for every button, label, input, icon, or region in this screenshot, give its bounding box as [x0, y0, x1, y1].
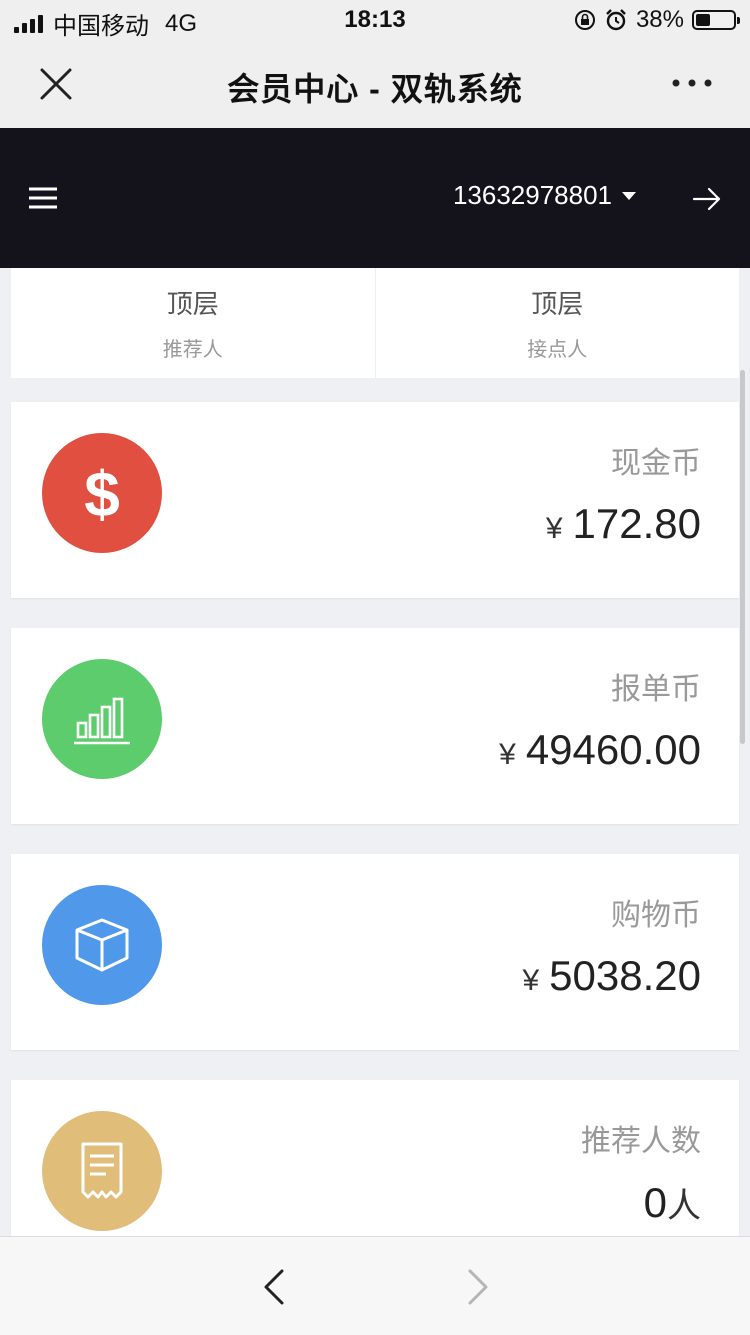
more-icon[interactable] [670, 68, 714, 98]
order-coin-amount: 49460.00 [525, 726, 701, 773]
forward-arrow-icon[interactable] [462, 1267, 492, 1307]
currency-symbol: ¥ [545, 512, 563, 545]
placement-value: 顶层 [531, 289, 584, 319]
cash-coin-card[interactable]: $ 现金币 ¥172.80 [11, 402, 739, 598]
placement-label: 接点人 [527, 339, 588, 361]
arrow-right-icon[interactable] [692, 184, 722, 214]
cash-coin-icon-circle: $ [42, 433, 162, 553]
cash-coin-label: 现金币 [611, 447, 701, 480]
dollar-icon: $ [84, 458, 120, 528]
shopping-coin-label: 购物币 [611, 899, 701, 932]
referrer-label: 推荐人 [162, 339, 223, 361]
back-arrow-icon[interactable] [260, 1267, 290, 1307]
order-coin-label: 报单币 [611, 673, 701, 706]
referral-count-value: 0人 [644, 1178, 701, 1227]
order-coin-card[interactable]: 报单币 ¥49460.00 [11, 628, 739, 824]
referrer-value: 顶层 [166, 289, 219, 319]
upline-card: 顶层 推荐人 顶层 接点人 [11, 268, 739, 378]
box-icon [75, 918, 129, 972]
rotation-lock-icon [574, 10, 595, 30]
bar-chart-icon [74, 697, 130, 745]
account-number: 13632978801 [452, 180, 612, 210]
shopping-coin-balance: ¥5038.20 [522, 952, 701, 1000]
browser-nav-bar [0, 1236, 750, 1335]
battery-percent: 38% [635, 6, 684, 33]
title-bar: 会员中心 - 双轨系统 [0, 40, 750, 128]
account-dropdown[interactable]: 13632978801 [453, 180, 636, 211]
currency-symbol: ¥ [522, 964, 540, 997]
shopping-coin-amount: 5038.20 [549, 952, 701, 999]
app-header: 13632978801 [0, 128, 750, 268]
cash-coin-balance: ¥172.80 [546, 500, 701, 548]
alarm-icon [606, 9, 626, 31]
svg-text:$: $ [84, 458, 120, 528]
referral-count-label: 推荐人数 [581, 1125, 701, 1158]
status-right: 38% [574, 6, 740, 34]
order-coin-icon-circle [42, 659, 162, 779]
receipt-icon [81, 1142, 123, 1199]
battery-fill [696, 14, 710, 26]
battery-icon [692, 10, 740, 30]
referrer-info: 顶层 推荐人 [11, 268, 375, 378]
order-coin-balance: ¥49460.00 [499, 726, 701, 774]
caret-down-icon [622, 191, 636, 200]
referral-count-unit: 人 [667, 1187, 701, 1225]
scrollbar[interactable] [740, 370, 745, 744]
cash-coin-amount: 172.80 [572, 500, 701, 547]
referral-count-amount: 0 [643, 1179, 667, 1226]
referral-count-icon-circle [42, 1111, 162, 1231]
shopping-coin-icon-circle [42, 885, 162, 1005]
shopping-coin-card[interactable]: 购物币 ¥5038.20 [11, 854, 739, 1050]
placement-info: 顶层 接点人 [374, 268, 740, 378]
menu-icon[interactable] [28, 186, 58, 210]
currency-symbol: ¥ [499, 738, 516, 771]
page-title: 会员中心 - 双轨系统 [227, 71, 523, 107]
status-bar: 中国移动 4G 18:13 38% [0, 0, 750, 40]
